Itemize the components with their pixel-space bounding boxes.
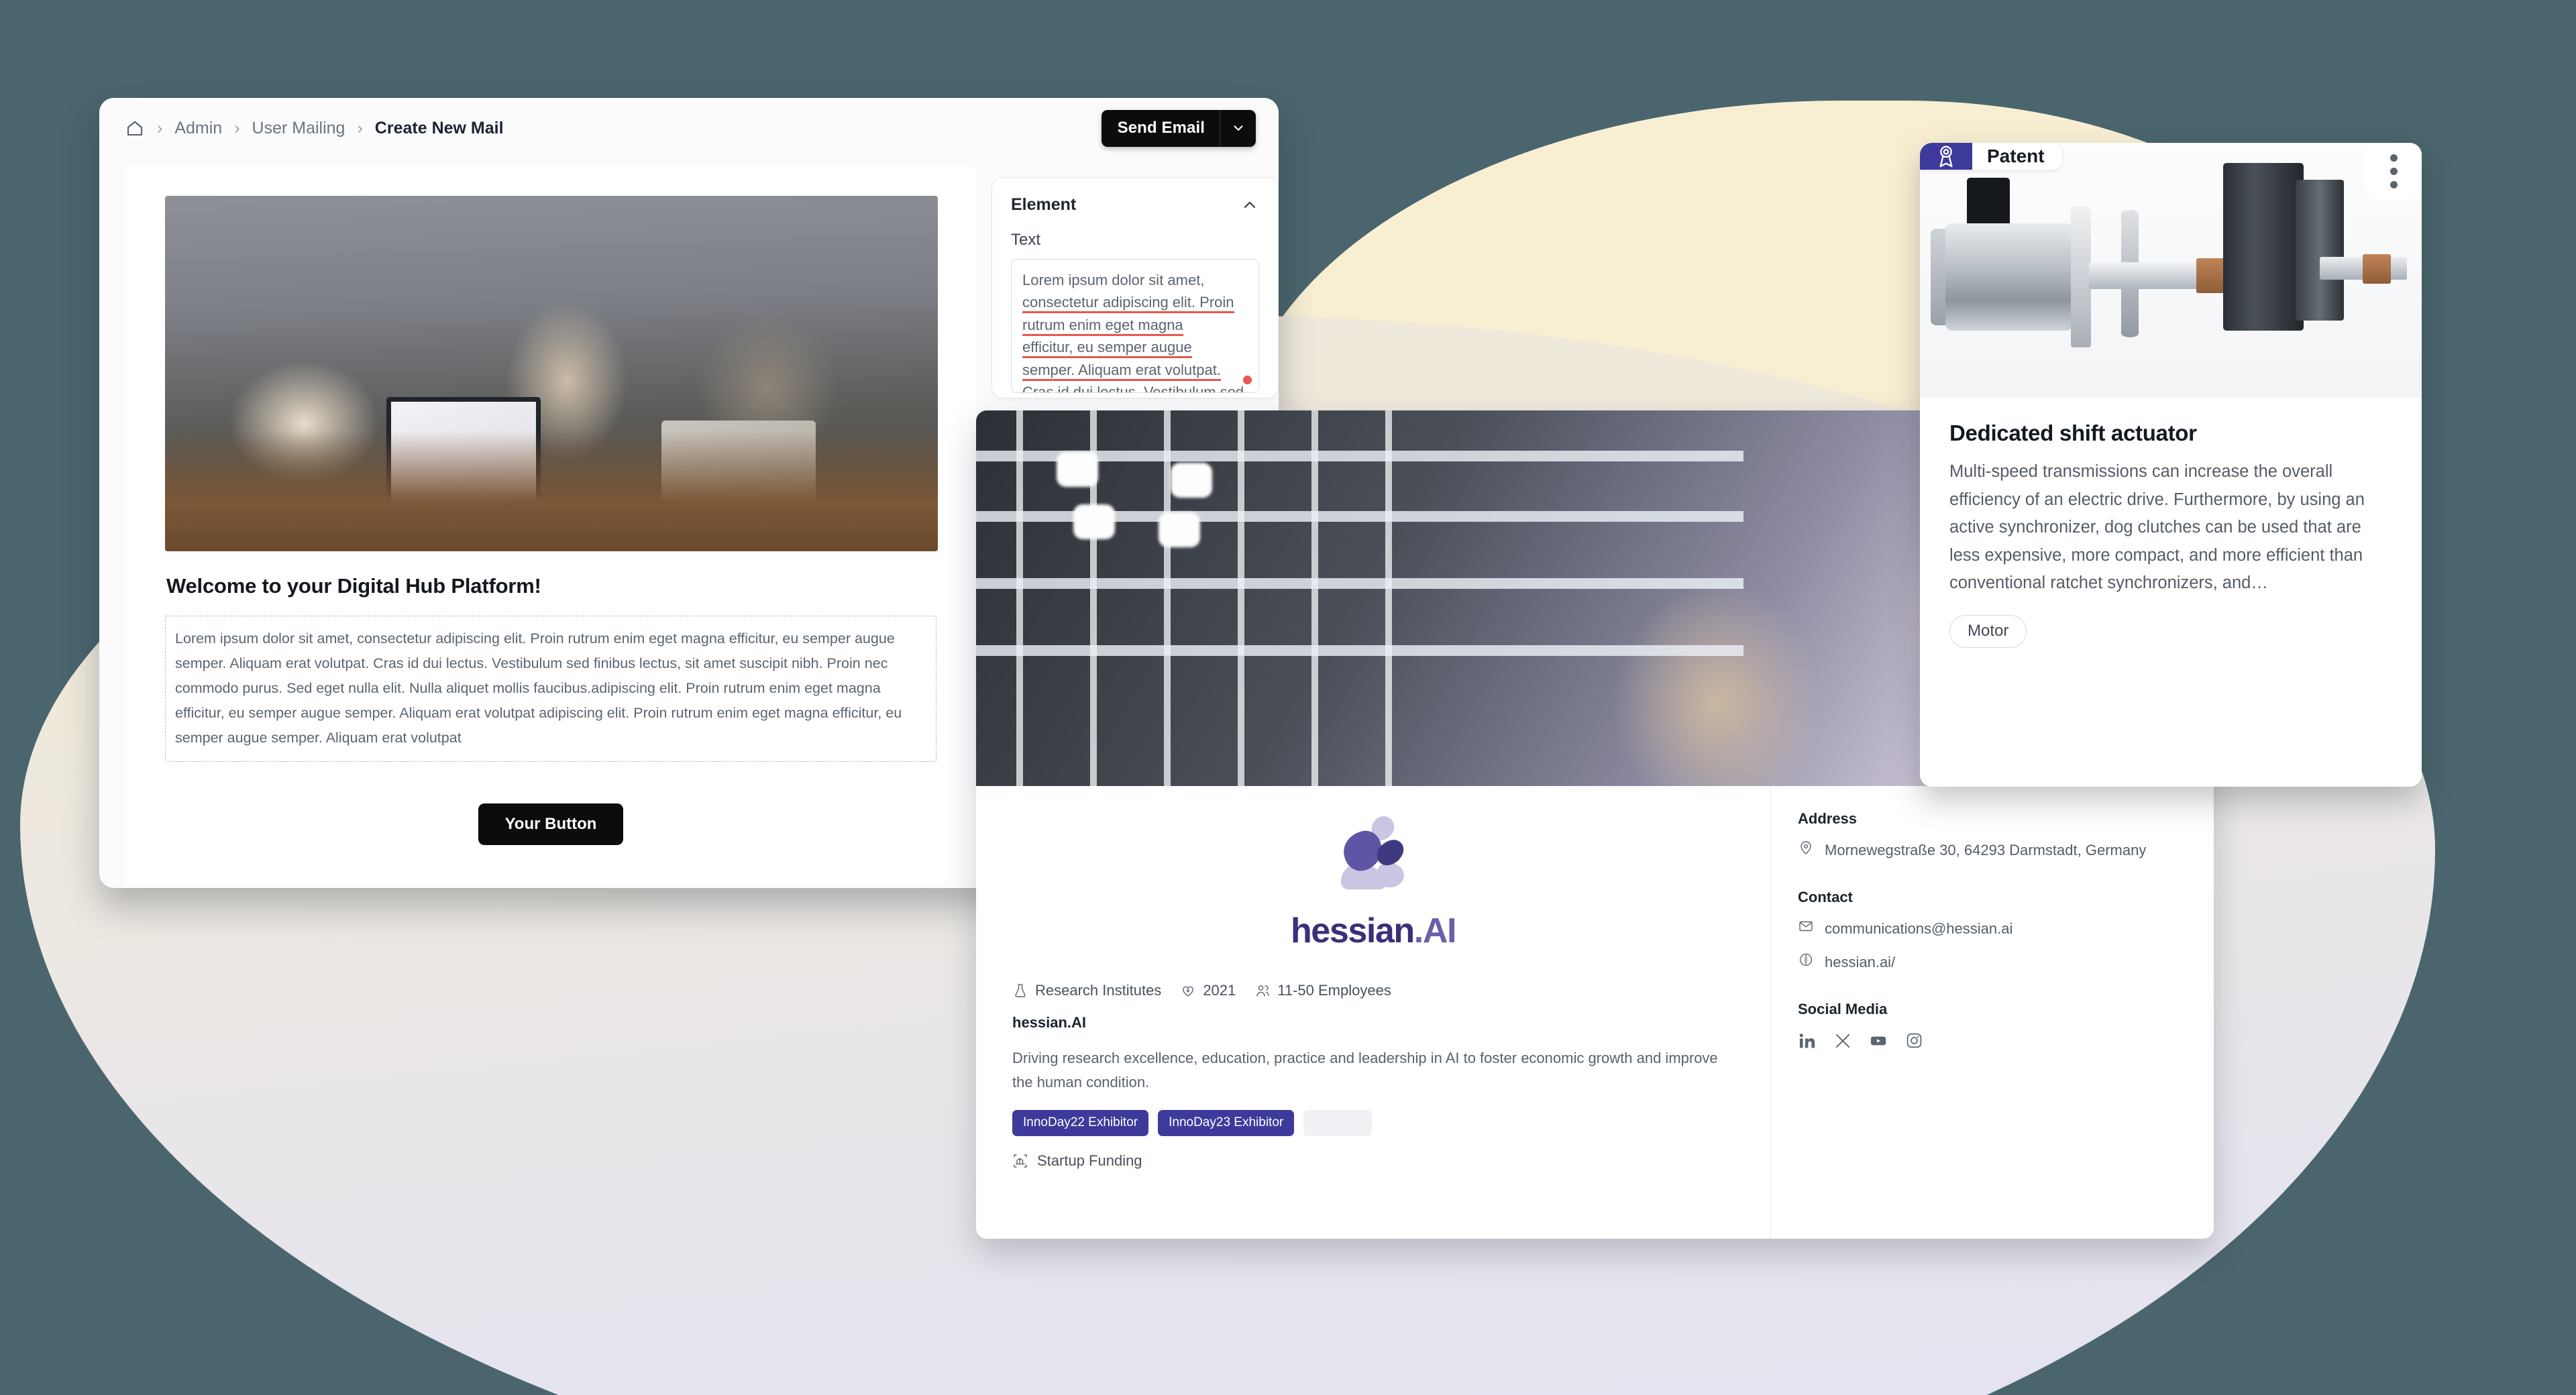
textarea-line-6: Cras id dui lectus. Vestibulum sed — [1022, 381, 1248, 392]
youtube-icon[interactable] — [1869, 1031, 1888, 1050]
meta-item-employees: 11-50 Employees — [1254, 982, 1391, 999]
founding-year-icon — [1180, 983, 1196, 999]
element-panel-title: Element — [1011, 195, 1077, 214]
x-twitter-icon[interactable] — [1834, 1032, 1851, 1050]
textarea-line-5: semper. Aliquam erat volutpat. — [1022, 359, 1248, 381]
hero-laptop-1 — [386, 397, 541, 511]
startup-funding-icon — [1012, 1153, 1028, 1169]
home-icon[interactable] — [125, 118, 145, 138]
textarea-line-2: consectetur adipiscing elit. Proin — [1022, 291, 1248, 314]
send-email-label: Send Email — [1117, 118, 1205, 137]
company-main-column: hessian.AI Research Institutes 2021 11-5… — [976, 786, 1771, 1239]
email-hero-image — [165, 196, 938, 551]
hessian-ai-logo — [1324, 814, 1423, 901]
company-tag-row: InnoDay22 Exhibitor InnoDay23 Exhibitor … — [1012, 1110, 1734, 1137]
patent-part-actuator-tower-2 — [2296, 180, 2344, 321]
textarea-line-4: efficitur, eu semper augue — [1022, 336, 1248, 359]
mail-topbar: › Admin › User Mailing › Create New Mail… — [99, 98, 1279, 158]
textarea-resize-handle[interactable] — [1243, 376, 1252, 384]
meta-item-founded: 2021 — [1180, 982, 1236, 999]
email-body-text[interactable]: Lorem ipsum dolor sit amet, consectetur … — [165, 616, 936, 762]
patent-image: Patent — [1920, 143, 2422, 398]
tag-innoday23[interactable]: InnoDay23 Exhibitor — [1158, 1110, 1295, 1137]
email-text: communications@hessian.ai — [1825, 919, 2013, 937]
company-logo-wordmark: hessian.AI — [1290, 911, 1457, 950]
patent-part-flange — [2071, 207, 2091, 347]
breadcrumb-separator-1: › — [157, 118, 163, 137]
flask-icon — [1012, 983, 1028, 999]
company-card-lower: hessian.AI Research Institutes 2021 11-5… — [976, 786, 2214, 1239]
element-text-field-label: Text — [1011, 231, 1041, 249]
website-row[interactable]: hessian.ai/ — [1798, 952, 2187, 974]
tag-innoday22[interactable]: InnoDay22 Exhibitor — [1012, 1110, 1149, 1137]
patent-part-copper-ring — [2196, 258, 2226, 293]
breadcrumb-item-admin[interactable]: Admin — [174, 119, 222, 138]
patent-badge: Patent — [1920, 143, 2062, 170]
patent-description: Multi-speed transmissions can increase t… — [1949, 462, 2365, 593]
element-text-input[interactable]: Lorem ipsum dolor sit amet, consectetur … — [1011, 259, 1259, 393]
textarea-line-3: rutrum enim eget magna — [1022, 314, 1248, 336]
company-name: hessian.AI — [1012, 1014, 1087, 1031]
company-description: Driving research excellence, education, … — [1012, 1050, 1718, 1091]
patent-badge-label: Patent — [1987, 146, 2045, 166]
company-funding-row: Startup Funding — [1012, 1152, 1734, 1170]
email-canvas: Welcome to your Digital Hub Platform! Lo… — [125, 165, 977, 888]
globe-icon — [1798, 952, 1814, 968]
hero-laptop-2 — [661, 421, 816, 521]
company-funding-text: Startup Funding — [1037, 1152, 1142, 1170]
breadcrumb-item-user-mailing[interactable]: User Mailing — [252, 119, 345, 138]
breadcrumb: › Admin › User Mailing › Create New Mail — [125, 118, 504, 138]
element-panel: Element Text Lorem ipsum dolor sit amet,… — [991, 177, 1279, 398]
patent-title: Dedicated shift actuator — [1949, 421, 2197, 445]
patent-tag-motor[interactable]: Motor — [1949, 614, 2027, 648]
email-cta-row: Your Button — [165, 803, 936, 845]
envelope-icon — [1798, 918, 1814, 934]
address-row: Mornewegstraße 30, 64293 Darmstadt, Germ… — [1798, 840, 2187, 862]
employees-icon — [1254, 983, 1271, 999]
social-media-row — [1798, 1031, 2187, 1050]
email-row[interactable]: communications@hessian.ai — [1798, 918, 2187, 940]
address-text: Mornewegstraße 30, 64293 Darmstadt, Germ… — [1825, 842, 2147, 858]
linkedin-icon[interactable] — [1798, 1031, 1817, 1050]
textarea-line-1: Lorem ipsum dolor sit amet, — [1022, 272, 1205, 288]
patent-body: Dedicated shift actuator Multi-speed tra… — [1920, 398, 2422, 787]
chevron-up-icon[interactable] — [1240, 196, 1259, 215]
map-pin-icon — [1798, 840, 1814, 856]
send-email-button[interactable]: Send Email — [1101, 109, 1256, 147]
contact-heading: Contact — [1798, 888, 1853, 905]
element-panel-header[interactable]: Element — [1011, 195, 1259, 215]
breadcrumb-separator-3: › — [357, 118, 363, 137]
breadcrumb-item-create-new-mail: Create New Mail — [374, 118, 504, 137]
patent-part-motor-body — [1945, 223, 2073, 331]
email-cta-button[interactable]: Your Button — [478, 803, 624, 845]
chevron-down-icon[interactable] — [1220, 109, 1256, 147]
meta-item-category: Research Institutes — [1012, 982, 1161, 999]
company-logo-block: hessian.AI — [1012, 814, 1734, 951]
more-vertical-icon[interactable] — [2365, 143, 2422, 199]
email-heading: Welcome to your Digital Hub Platform! — [166, 574, 541, 598]
company-sidebar: Address Mornewegstraße 30, 64293 Darmsta… — [1771, 786, 2214, 1239]
patent-part-actuator-tower — [2223, 163, 2304, 331]
website-text: hessian.ai/ — [1825, 954, 1896, 971]
patent-card: Patent Dedicated shift actuator Multi-sp… — [1920, 143, 2422, 787]
meta-employees-text: 11-50 Employees — [1277, 982, 1391, 999]
meta-founded-text: 2021 — [1203, 982, 1236, 999]
social-media-heading: Social Media — [1798, 1000, 1888, 1017]
send-email-button-group: Send Email — [1101, 109, 1256, 147]
address-heading: Address — [1798, 810, 1858, 827]
tag-external[interactable]: External — [1303, 1110, 1372, 1137]
patent-part-copper-ring-2 — [2363, 254, 2391, 284]
breadcrumb-separator-2: › — [234, 118, 240, 137]
award-ribbon-icon — [1920, 143, 1972, 170]
company-meta-row: Research Institutes 2021 11-50 Employees — [1012, 982, 1734, 999]
meta-category-text: Research Institutes — [1035, 982, 1162, 999]
instagram-icon[interactable] — [1905, 1031, 1923, 1050]
